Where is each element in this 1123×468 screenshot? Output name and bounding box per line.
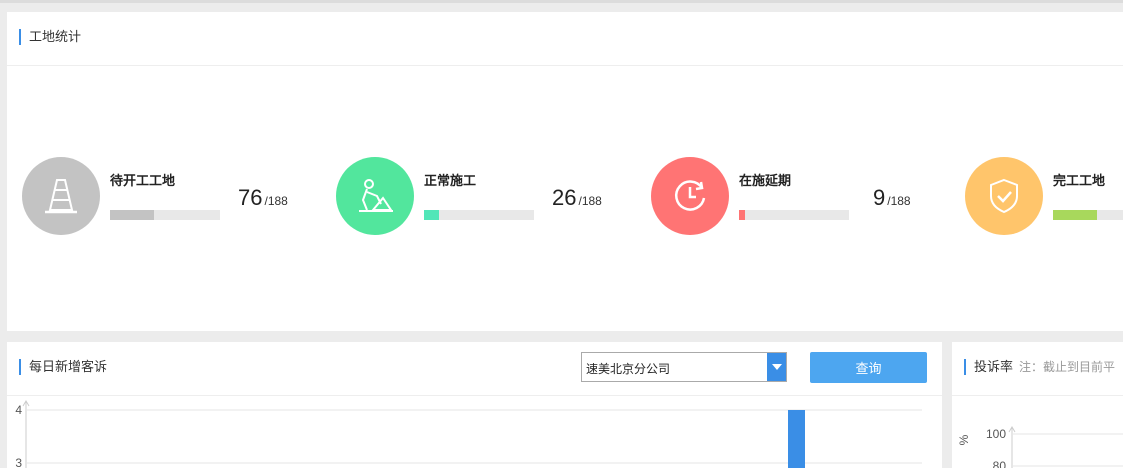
daily-complaints-panel: 每日新增客诉 速美北京分公司 查询 43: [7, 342, 942, 468]
site-stats-panel: 工地统计 待开工工地 76/188 正常施工 26 /188 在施延期 9 /1…: [7, 12, 1123, 331]
stat-total: /188: [578, 194, 602, 208]
stat-progress-bar: [424, 210, 534, 220]
stat-total: /188: [887, 194, 911, 208]
stat-icon-circle: [651, 157, 729, 235]
title-divider: [7, 65, 1123, 66]
stat-count: 9/188: [873, 185, 911, 211]
top-border: [0, 0, 1123, 3]
stat-total: /188: [264, 194, 288, 208]
stat-delayed[interactable]: 在施延期 9/188: [651, 157, 951, 237]
stat-icon-circle: [336, 157, 414, 235]
stat-label: 在施延期: [739, 173, 792, 188]
stat-label: 正常施工: [424, 173, 477, 188]
complaint-rate-chart: 100 80%: [957, 426, 1123, 468]
stat-progress-fill: [110, 210, 154, 220]
bar: [788, 410, 805, 468]
y-tick-label: 100: [986, 427, 1006, 441]
stat-progress-fill: [1053, 210, 1097, 220]
stat-normal-construction[interactable]: 正常施工 26/188: [336, 157, 636, 237]
stat-count: 76/188: [238, 185, 288, 211]
y-tick-label: 4: [15, 403, 22, 417]
stat-value: 26: [552, 185, 577, 210]
complaint-rate-panel: 投诉率 注：截止到目前平 100 80%: [952, 342, 1123, 468]
stat-value: 9: [873, 185, 886, 210]
stat-count: 26/188: [552, 185, 602, 211]
daily-complaints-chart: 43: [15, 400, 922, 468]
stat-value: 76: [238, 185, 263, 210]
stat-progress-bar: [1053, 210, 1123, 220]
clock-delay-icon: [675, 180, 706, 211]
y-axis-label: %: [957, 434, 971, 445]
worker-digging-icon: [359, 179, 393, 212]
stat-progress-bar: [110, 210, 220, 220]
stat-progress-fill: [424, 210, 440, 220]
stat-progress-fill: [739, 210, 745, 220]
y-tick-label: 3: [15, 456, 22, 468]
stat-completed[interactable]: 完工工地: [965, 157, 1123, 237]
stat-label: 完工工地: [1053, 173, 1106, 188]
stat-label: 待开工工地: [110, 173, 176, 188]
stat-icon-circle: [965, 157, 1043, 235]
stat-icon-circle: [22, 157, 100, 235]
shield-check-icon: [990, 178, 1018, 214]
y-tick-label: 80: [993, 459, 1007, 468]
stat-pending-sites[interactable]: 待开工工地 76/188: [22, 157, 322, 237]
stat-progress-bar: [739, 210, 849, 220]
site-stats-title: 工地统计: [19, 29, 81, 45]
traffic-cone-icon: [45, 179, 77, 214]
